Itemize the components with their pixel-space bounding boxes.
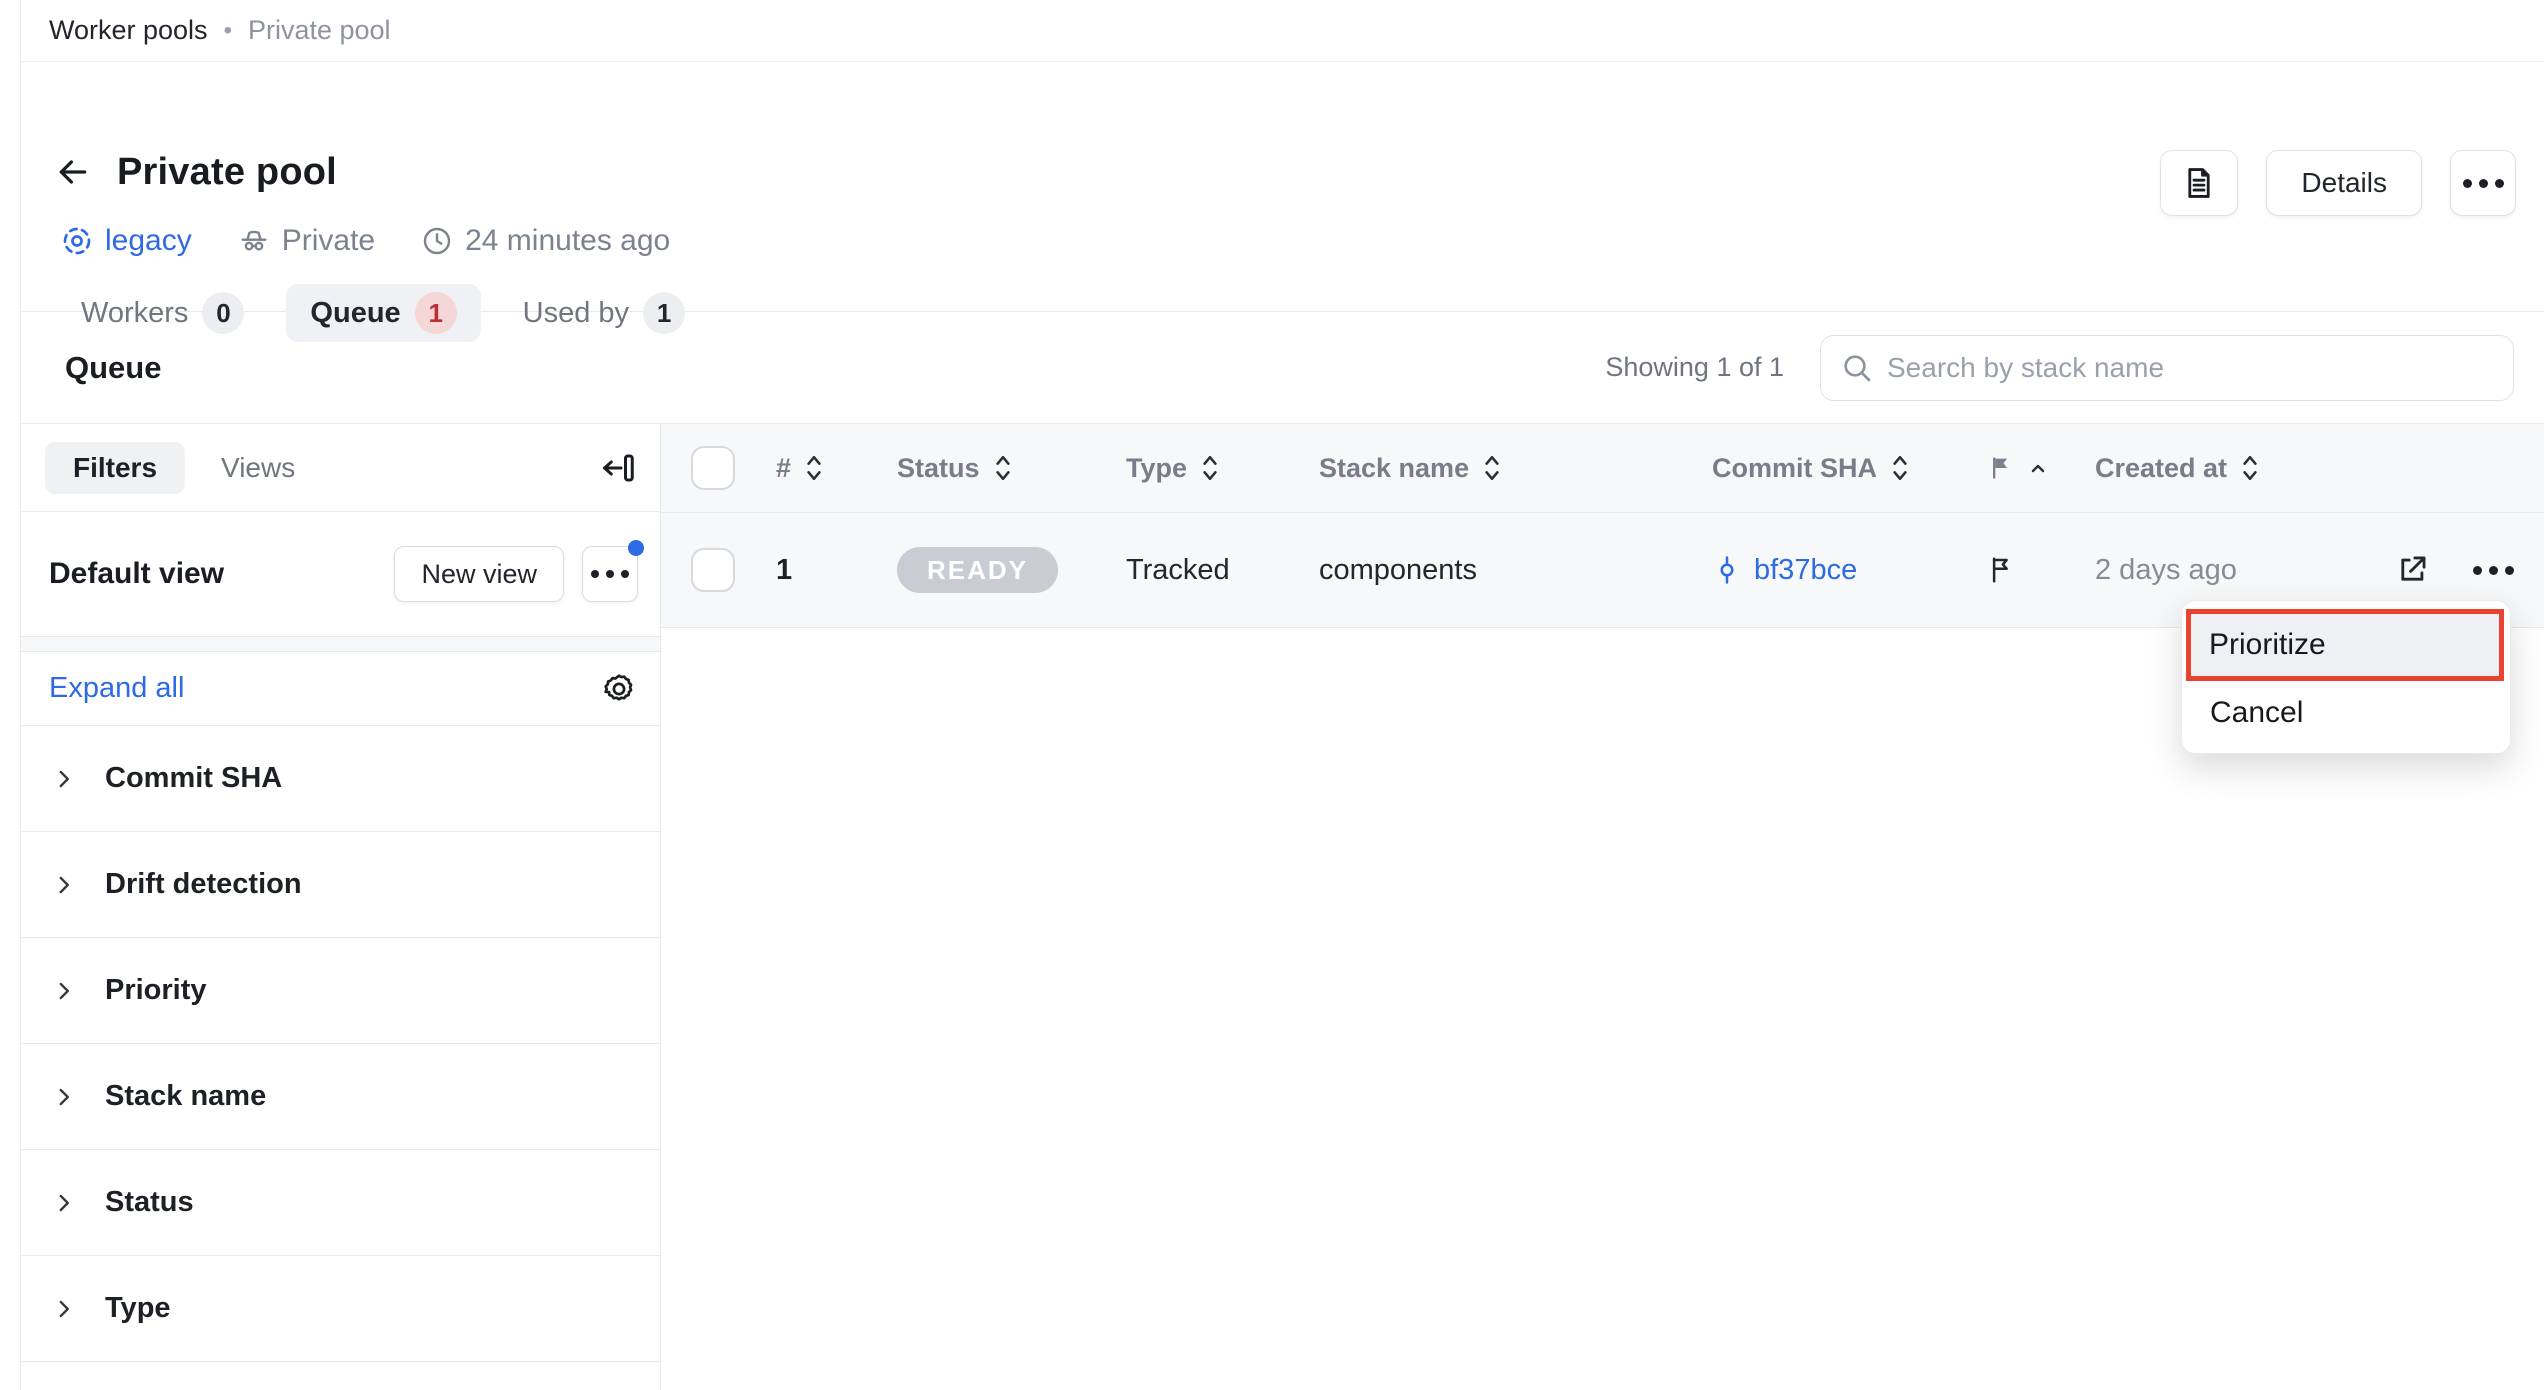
sort-icon — [1481, 454, 1503, 482]
chevron-right-icon — [51, 1084, 77, 1110]
menu-item-cancel[interactable]: Cancel — [2186, 681, 2506, 745]
column-header-status[interactable]: Status — [897, 453, 1126, 484]
space-link[interactable]: legacy — [61, 224, 192, 258]
stack-name: components — [1319, 554, 1477, 587]
filter-group-status[interactable]: Status — [21, 1150, 660, 1256]
status-badge: READY — [897, 547, 1058, 593]
ellipsis-icon — [2473, 566, 2514, 575]
expand-all-link[interactable]: Expand all — [49, 672, 184, 705]
table-header-row: # Status Type Stack name Commit SHA — [661, 424, 2544, 513]
search-box[interactable] — [1820, 335, 2514, 401]
sort-icon — [1889, 454, 1911, 482]
private-icon — [238, 225, 270, 257]
tab-views[interactable]: Views — [221, 452, 295, 484]
sidebar-divider — [21, 637, 660, 652]
select-all-checkbox[interactable] — [691, 446, 735, 490]
default-view-label: Default view — [49, 557, 224, 591]
back-button[interactable] — [51, 150, 95, 194]
breadcrumb-root-link[interactable]: Worker pools — [49, 15, 208, 46]
run-number: 1 — [776, 554, 792, 587]
commit-cell: bf37bce — [1712, 554, 1986, 587]
chevron-right-icon — [51, 872, 77, 898]
breadcrumb-separator: • — [224, 17, 232, 45]
filter-group-priority[interactable]: Priority — [21, 938, 660, 1044]
created-at: 2 days ago — [2095, 554, 2237, 587]
tab-filters[interactable]: Filters — [45, 442, 185, 494]
filter-group-type[interactable]: Type — [21, 1256, 660, 1362]
workers-count-badge: 0 — [202, 292, 244, 334]
row-more-button[interactable] — [2473, 566, 2514, 575]
sort-icon — [803, 454, 825, 482]
page: Worker pools • Private pool Private pool… — [20, 0, 2544, 1390]
pool-tabs: Workers 0 Queue 1 Used by 1 — [57, 284, 709, 342]
collapse-sidebar-button[interactable] — [600, 450, 636, 486]
git-commit-icon — [1712, 555, 1742, 585]
column-header-type[interactable]: Type — [1126, 453, 1319, 484]
view-more-button[interactable] — [582, 546, 638, 602]
default-view-row: Default view New view — [21, 512, 660, 637]
column-header-number[interactable]: # — [776, 453, 897, 484]
chevron-right-icon — [51, 978, 77, 1004]
filter-group-commit-sha[interactable]: Commit SHA — [21, 726, 660, 832]
docs-button[interactable] — [2160, 150, 2238, 216]
search-icon — [1841, 352, 1873, 384]
run-type: Tracked — [1126, 554, 1230, 587]
arrow-left-icon — [53, 152, 93, 192]
filter-group-drift-detection[interactable]: Drift detection — [21, 832, 660, 938]
row-actions-menu: Prioritize Cancel — [2181, 600, 2511, 754]
used-by-count-badge: 1 — [643, 292, 685, 334]
gear-icon — [602, 672, 636, 706]
ellipsis-icon — [2463, 179, 2504, 188]
page-title: Private pool — [117, 151, 337, 194]
document-icon — [2182, 166, 2216, 200]
flag-icon — [1986, 454, 2014, 482]
sort-icon — [992, 454, 1014, 482]
chevron-right-icon — [51, 1296, 77, 1322]
notification-dot — [628, 540, 644, 556]
updated-time: 24 minutes ago — [421, 224, 670, 258]
visibility-label: Private — [238, 224, 375, 258]
space-icon — [61, 225, 93, 257]
pool-more-button[interactable] — [2450, 150, 2516, 216]
commit-link[interactable]: bf37bce — [1754, 554, 1857, 587]
filters-sidebar: Filters Views Default view New view — [21, 424, 661, 1390]
column-header-commit-sha[interactable]: Commit SHA — [1712, 453, 1986, 484]
queue-count-badge: 1 — [415, 292, 457, 334]
tab-workers[interactable]: Workers 0 — [57, 284, 268, 342]
queue-table: # Status Type Stack name Commit SHA — [661, 424, 2544, 1390]
tab-queue[interactable]: Queue 1 — [286, 284, 480, 342]
details-button[interactable]: Details — [2266, 150, 2422, 216]
new-view-button[interactable]: New view — [394, 546, 564, 602]
column-header-created-at[interactable]: Created at — [2095, 453, 2393, 484]
tab-used-by[interactable]: Used by 1 — [499, 284, 709, 342]
breadcrumb: Worker pools • Private pool — [21, 0, 2544, 62]
search-input[interactable] — [1887, 352, 2493, 384]
showing-count: Showing 1 of 1 — [1605, 352, 1784, 383]
column-header-priority-flag[interactable] — [1986, 454, 2095, 482]
chevron-right-icon — [51, 766, 77, 792]
column-header-stack-name[interactable]: Stack name — [1319, 453, 1712, 484]
ellipsis-icon — [591, 570, 629, 578]
clock-icon — [421, 225, 453, 257]
collapse-panel-icon — [600, 450, 636, 486]
priority-flag-icon — [1986, 555, 2016, 585]
sort-icon — [2239, 454, 2261, 482]
sort-icon — [1199, 454, 1221, 482]
filter-settings-button[interactable] — [602, 672, 636, 706]
external-link-icon — [2395, 553, 2429, 587]
filter-group-stack-name[interactable]: Stack name — [21, 1044, 660, 1150]
section-heading: Queue — [65, 350, 161, 386]
chevron-right-icon — [51, 1190, 77, 1216]
row-checkbox[interactable] — [691, 548, 735, 592]
sort-ascending-icon — [2026, 456, 2050, 480]
open-run-button[interactable] — [2395, 553, 2429, 587]
breadcrumb-current: Private pool — [248, 15, 391, 46]
menu-item-prioritize[interactable]: Prioritize — [2186, 609, 2504, 681]
pool-header: Private pool legacy Private 24 minutes a… — [21, 62, 2544, 312]
